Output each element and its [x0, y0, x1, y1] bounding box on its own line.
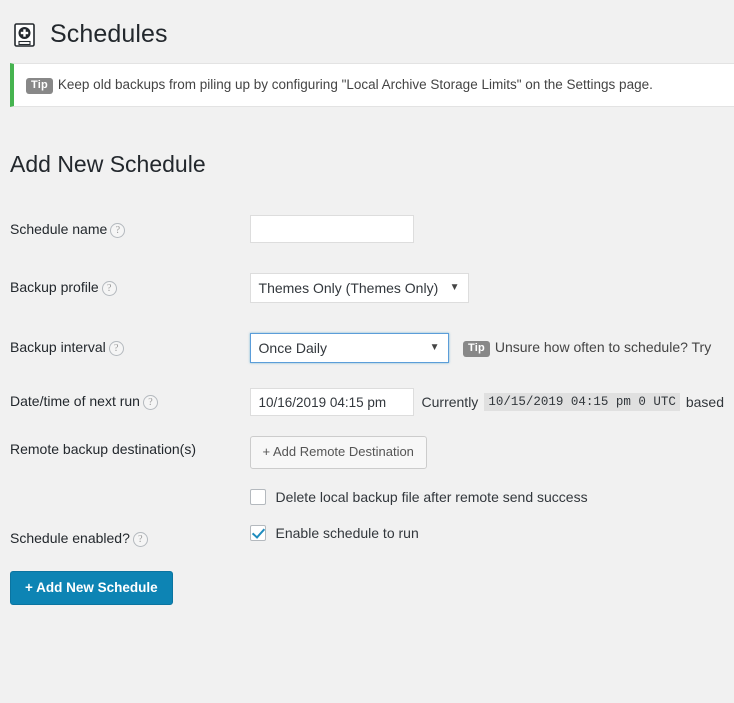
backup-interval-selected-value: Once Daily — [258, 340, 327, 357]
page-title: Schedules — [50, 19, 168, 48]
row-delete-local-backup: Delete local backup file after remote se… — [0, 479, 734, 515]
cell-delete-local-backup: Delete local backup file after remote se… — [249, 479, 734, 515]
label-backup-profile: Backup profile? — [0, 258, 250, 318]
help-icon-schedule-name[interactable]: ? — [110, 222, 126, 238]
backup-profile-select[interactable]: Themes Only (Themes Only) ▼ — [249, 273, 469, 304]
cell-schedule-name — [249, 200, 734, 258]
cell-next-run: Currently 10/15/2019 04:15 pm 0 UTC base… — [249, 378, 734, 426]
schedule-enabled-group[interactable]: Enable schedule to run — [249, 524, 724, 541]
label-backup-profile-text: Backup profile — [10, 279, 99, 296]
currently-label: Currently — [421, 394, 479, 411]
cell-backup-interval: Once Daily ▼ Tip Unsure how often to sche… — [249, 318, 734, 378]
backup-profile-selected-value: Themes Only (Themes Only) — [258, 280, 439, 297]
label-backup-interval-text: Backup interval — [10, 339, 106, 356]
add-schedule-form: Add New Schedule Schedule name? Backup p… — [0, 150, 734, 606]
tip-notice-message: Keep old backups from piling up by confi… — [57, 76, 653, 92]
tip-badge: Tip — [462, 341, 490, 358]
add-new-schedule-button[interactable]: + Add New Schedule — [10, 570, 173, 606]
next-run-group: Currently 10/15/2019 04:15 pm 0 UTC base… — [249, 388, 724, 417]
label-next-run-text: Date/time of next run — [10, 393, 140, 410]
schedule-form-table: Schedule name? Backup profile? Themes On… — [0, 200, 734, 561]
cell-backup-profile: Themes Only (Themes Only) ▼ — [249, 258, 734, 318]
tip-notice-text: Tip Keep old backups from piling up by co… — [26, 76, 653, 95]
schedule-enabled-checkbox[interactable] — [249, 524, 266, 541]
row-remote-destinations: Remote backup destination(s) + Add Remot… — [0, 426, 734, 479]
delete-local-backup-group[interactable]: Delete local backup file after remote se… — [249, 488, 724, 505]
label-schedule-enabled: Schedule enabled?? — [0, 515, 250, 561]
backup-disk-plus-icon — [10, 20, 40, 50]
row-schedule-name: Schedule name? — [0, 200, 734, 258]
label-schedule-name-text: Schedule name — [10, 220, 108, 237]
tip-badge: Tip — [26, 77, 53, 94]
help-icon-backup-profile[interactable]: ? — [101, 281, 117, 297]
help-icon-next-run[interactable]: ? — [142, 395, 158, 411]
interval-inline-tip: Tip Unsure how often to schedule? Try — [462, 339, 712, 358]
row-backup-profile: Backup profile? Themes Only (Themes Only… — [0, 258, 734, 318]
backup-interval-select[interactable]: Once Daily ▼ — [249, 333, 449, 364]
next-run-datetime-input[interactable] — [249, 388, 414, 417]
help-icon-backup-interval[interactable]: ? — [108, 341, 124, 357]
interval-inline-tip-text: Unsure how often to schedule? Try — [494, 339, 712, 356]
schedule-name-input[interactable] — [249, 214, 414, 243]
add-remote-destination-button[interactable]: + Add Remote Destination — [249, 436, 427, 469]
section-title: Add New Schedule — [10, 151, 206, 177]
label-remote-destinations-text: Remote backup destination(s) — [10, 441, 196, 458]
label-remote-destinations: Remote backup destination(s) — [0, 426, 250, 479]
current-server-time: 10/15/2019 04:15 pm 0 UTC — [484, 393, 680, 412]
cell-schedule-enabled: Enable schedule to run — [249, 515, 734, 561]
label-schedule-name: Schedule name? — [0, 200, 250, 258]
chevron-down-icon: ▼ — [429, 342, 440, 354]
row-schedule-enabled: Schedule enabled?? Enable schedule to ru… — [0, 515, 734, 561]
tip-notice: Tip Keep old backups from piling up by co… — [10, 63, 734, 107]
based-on-text: based — [685, 394, 724, 411]
delete-local-backup-label: Delete local backup file after remote se… — [275, 488, 588, 505]
schedule-enabled-label: Enable schedule to run — [275, 524, 419, 541]
row-backup-interval: Backup interval? Once Daily ▼ Tip Unsure … — [0, 318, 734, 378]
label-backup-interval: Backup interval? — [0, 318, 250, 378]
cell-remote-destinations: + Add Remote Destination — [249, 426, 734, 479]
page-header: Schedules — [0, 0, 734, 56]
chevron-down-icon: ▼ — [449, 282, 460, 294]
label-delete-local-backup-spacer — [0, 479, 250, 515]
submit-row: + Add New Schedule — [0, 561, 734, 606]
label-schedule-enabled-text: Schedule enabled? — [10, 529, 130, 546]
delete-local-backup-checkbox[interactable] — [249, 488, 266, 505]
help-icon-schedule-enabled[interactable]: ? — [132, 531, 148, 547]
row-next-run: Date/time of next run? Currently 10/15/2… — [0, 378, 734, 426]
label-next-run: Date/time of next run? — [0, 378, 250, 426]
